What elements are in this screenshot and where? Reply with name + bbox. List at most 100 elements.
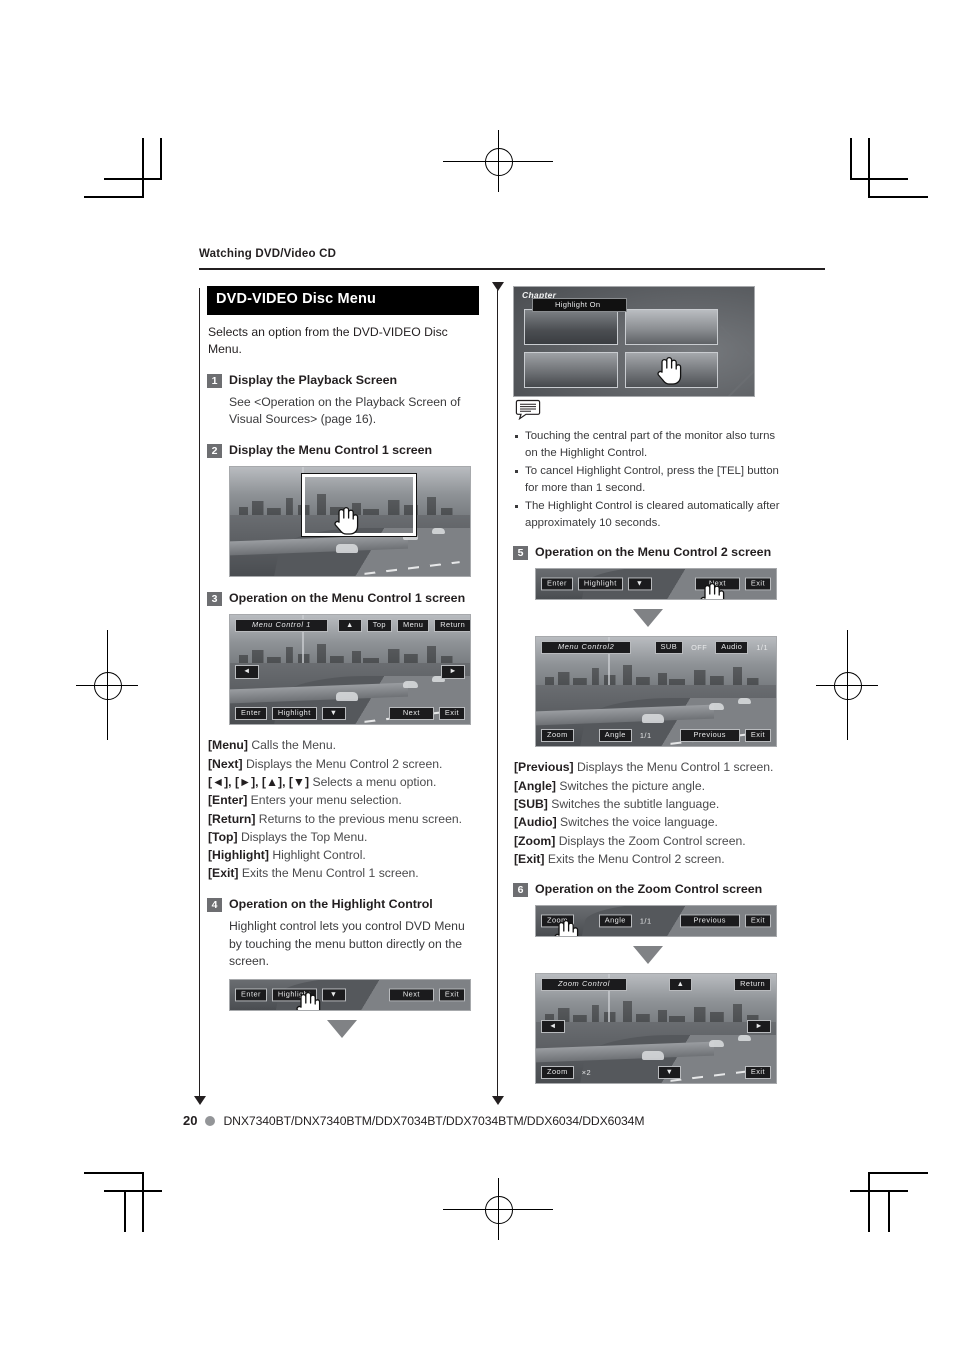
- def-key: [Top]: [208, 829, 238, 844]
- up-arrow-button[interactable]: ▲: [337, 619, 362, 633]
- next-button[interactable]: Next: [388, 988, 434, 1002]
- menu-control-1-screenshot: Menu Control 1 ▲ Top Menu Return ◄ ► Ent…: [229, 614, 471, 726]
- def-key: [Zoom]: [514, 833, 556, 848]
- def-row: [◄], [►], [▲], [▼] Selects a menu option…: [208, 773, 479, 791]
- running-head-rule: [199, 268, 825, 270]
- def-desc: Displays the Menu Control 2 screen.: [245, 756, 443, 771]
- def-desc: Switches the voice language.: [560, 815, 718, 830]
- bar-buttons: Enter Highlight ▼ Next Exit: [536, 577, 776, 591]
- menu-button[interactable]: Menu: [396, 619, 430, 633]
- angle-button[interactable]: Angle: [598, 729, 632, 743]
- left-arrow-button[interactable]: ◄: [541, 1019, 565, 1034]
- playback-screen-screenshot: [229, 466, 471, 578]
- zoom-button[interactable]: Zoom: [541, 1066, 574, 1080]
- exit-button[interactable]: Exit: [744, 914, 771, 928]
- right-arrow-button[interactable]: ►: [747, 1019, 771, 1034]
- exit-button[interactable]: Exit: [744, 729, 771, 743]
- def-row: [Previous] Displays the Menu Control 1 s…: [514, 758, 785, 776]
- down-arrow-button[interactable]: ▼: [657, 1066, 682, 1080]
- step-5: 5 Operation on the Menu Control 2 screen: [513, 545, 785, 561]
- angle-button[interactable]: Angle: [598, 914, 632, 928]
- down-arrow-button[interactable]: ▼: [321, 988, 346, 1002]
- step-6-number: 6: [513, 883, 528, 898]
- step-6: 6 Operation on the Zoom Control screen: [513, 882, 785, 898]
- car: [737, 698, 751, 705]
- def-key: [Return]: [208, 811, 256, 826]
- step-3-number: 3: [207, 592, 222, 607]
- exit-button[interactable]: Exit: [438, 988, 465, 1002]
- note-item: The Highlight Control is cleared automat…: [513, 498, 785, 531]
- car: [335, 543, 358, 553]
- chapter-thumbnail-grid: [524, 309, 718, 388]
- def-row: [Menu] Calls the Menu.: [208, 736, 479, 754]
- return-button[interactable]: Return: [734, 978, 772, 992]
- step-4: 4 Operation on the Highlight Control: [207, 897, 479, 912]
- chapter-thumbnail[interactable]: [524, 309, 618, 345]
- angle-value: 1/1: [639, 916, 652, 926]
- audio-button[interactable]: Audio: [715, 641, 749, 655]
- def-desc: Highlight Control.: [272, 848, 366, 863]
- highlight-button[interactable]: Highlight: [577, 577, 623, 591]
- hand-cursor-icon: [700, 583, 725, 600]
- manual-page: Watching DVD/Video CD DVD-VIDEO Disc Men…: [0, 0, 954, 1350]
- exit-button[interactable]: Exit: [438, 707, 465, 721]
- registration-mark-top: [443, 130, 553, 192]
- highlight-bar-buttons: Enter Highlight ▼ Next Exit: [230, 988, 470, 1002]
- section-title-bar: DVD-VIDEO Disc Menu: [207, 286, 479, 315]
- note-item: To cancel Highlight Control, press the […: [513, 463, 785, 496]
- previous-button[interactable]: Previous: [679, 914, 740, 928]
- model-list: DNX7340BT/DNX7340BTM/DDX7034BT/DDX7034BT…: [223, 1113, 645, 1128]
- left-arrow-button[interactable]: ◄: [235, 665, 259, 679]
- def-row: [SUB] Switches the subtitle language.: [514, 795, 785, 813]
- zoom-control-title: Zoom Control: [541, 978, 627, 992]
- step-5-title: Operation on the Menu Control 2 screen: [535, 545, 772, 560]
- menu-control-1-bottom-bar-screenshot: Enter Highlight ▼ Next Exit: [535, 568, 777, 601]
- page-footer: 20 DNX7340BT/DNX7340BTM/DDX7034BT/DDX703…: [183, 1113, 645, 1128]
- note-item: Touching the central part of the monitor…: [513, 428, 785, 461]
- highlight-control-bar-screenshot: Enter Highlight ▼ Next Exit: [229, 978, 471, 1011]
- enter-button[interactable]: Enter: [235, 988, 267, 1002]
- step-6-title: Operation on the Zoom Control screen: [535, 882, 763, 897]
- enter-button[interactable]: Enter: [235, 707, 267, 721]
- exit-button[interactable]: Exit: [744, 1066, 772, 1080]
- highlight-button[interactable]: Highlight: [271, 707, 317, 721]
- previous-button[interactable]: Previous: [679, 729, 740, 743]
- def-row: [Angle] Switches the picture angle.: [514, 777, 785, 795]
- def-row: [Return] Returns to the previous menu sc…: [208, 810, 479, 828]
- step-4-title: Operation on the Highlight Control: [229, 896, 433, 911]
- hand-cursor-icon: [554, 920, 579, 937]
- chapter-thumbnail[interactable]: [524, 352, 618, 388]
- exit-button[interactable]: Exit: [744, 577, 771, 591]
- def-desc: Returns to the previous menu screen.: [258, 811, 463, 826]
- def-key: [Angle]: [514, 778, 556, 793]
- zoom-value: ×2: [581, 1067, 592, 1077]
- sub-button[interactable]: SUB: [654, 641, 684, 655]
- note-list: Touching the central part of the monitor…: [513, 428, 785, 531]
- step-2-title: Display the Menu Control 1 screen: [229, 443, 433, 458]
- def-desc: Calls the Menu.: [251, 738, 337, 753]
- def-row: [Enter] Enters your menu selection.: [208, 791, 479, 809]
- zoom-button[interactable]: Zoom: [541, 729, 574, 743]
- section-intro-text: Selects an option from the DVD-VIDEO Dis…: [208, 324, 448, 357]
- menu-control-2-bottom-bar: Zoom Angle 1/1 Previous Exit: [536, 725, 776, 746]
- right-arrow-button[interactable]: ►: [441, 665, 465, 679]
- step-2-number: 2: [207, 444, 222, 459]
- def-key: [Exit]: [514, 851, 545, 866]
- car: [641, 713, 664, 723]
- hand-cursor-icon: [334, 507, 359, 536]
- enter-button[interactable]: Enter: [541, 577, 573, 591]
- down-arrow-button[interactable]: ▼: [627, 577, 652, 591]
- up-arrow-button[interactable]: ▲: [668, 978, 693, 992]
- def-key: [Previous]: [514, 760, 574, 775]
- def-desc: Selects a menu option.: [312, 774, 437, 789]
- chapter-thumbnail[interactable]: [624, 309, 718, 345]
- step-5-number: 5: [513, 546, 528, 561]
- return-button[interactable]: Return: [434, 619, 470, 633]
- def-key: [SUB]: [514, 796, 548, 811]
- next-button[interactable]: Next: [388, 707, 434, 721]
- step-1-title: Display the Playback Screen: [229, 372, 398, 387]
- right-column: Chapter Highlight On Touching the centra…: [513, 286, 785, 1085]
- def-desc: Enters your menu selection.: [250, 793, 402, 808]
- top-button[interactable]: Top: [366, 619, 392, 633]
- down-arrow-button[interactable]: ▼: [321, 707, 346, 721]
